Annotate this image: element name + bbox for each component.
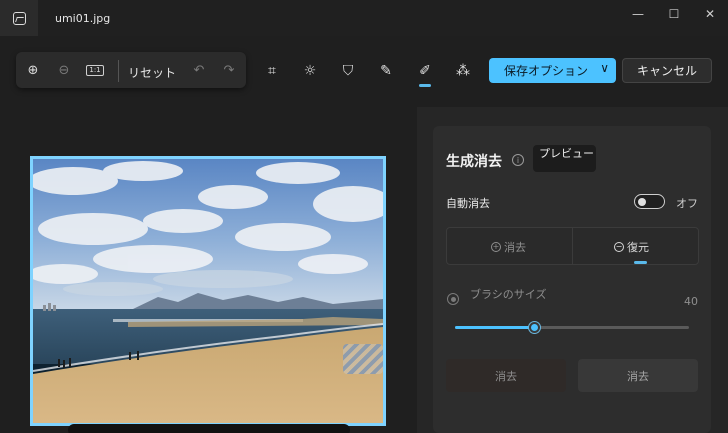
photo-canvas[interactable] [30, 156, 386, 426]
maximize-button[interactable]: ☐ [656, 0, 692, 28]
info-icon[interactable]: i [512, 154, 524, 166]
mode-erase-label: 消去 [504, 241, 526, 254]
zoom-in-icon[interactable]: ⊕ [24, 61, 42, 79]
reset-button[interactable]: リセット [128, 64, 176, 81]
background-icon[interactable]: ⁂ [453, 61, 473, 81]
undo-icon[interactable]: ↶ [190, 61, 208, 79]
generative-erase-icon[interactable]: ✐ [415, 61, 435, 81]
mode-restore-label: 復元 [627, 241, 649, 254]
toolbar-divider [118, 60, 119, 82]
brush-cursor-preview [343, 344, 383, 374]
brush-size-slider-fill [455, 326, 535, 329]
photos-app-icon[interactable] [0, 0, 38, 36]
beach-photo [33, 159, 383, 423]
minimize-button[interactable]: — [620, 0, 656, 28]
brush-size-icon [447, 293, 459, 305]
brush-size-label: ブラシのサイズ [470, 288, 547, 301]
save-options-button[interactable]: 保存オプション ∨ [489, 58, 616, 83]
save-options-label: 保存オプション [504, 64, 589, 78]
redo-icon[interactable]: ↷ [220, 61, 238, 79]
preview-badge: プレビュー [533, 145, 596, 172]
plus-circle-icon: + [491, 242, 501, 252]
brush-size-value: 40 [684, 295, 698, 308]
window-title: umi01.jpg [55, 12, 111, 25]
close-button[interactable]: ✕ [692, 0, 728, 28]
actual-size-button[interactable]: 1:1 [86, 61, 104, 79]
erase-button-secondary[interactable]: 消去 [578, 359, 698, 392]
zoom-out-icon[interactable]: ⊖ [55, 61, 73, 79]
mode-restore-button[interactable]: − 復元 [614, 239, 649, 255]
auto-erase-state: オフ [676, 197, 698, 210]
zoom-toolbar: ⊕ ⊖ 1:1 リセット ↶ ↷ [16, 52, 246, 88]
erase-button-primary[interactable]: 消去 [446, 359, 566, 392]
auto-erase-label: 自動消去 [446, 197, 490, 210]
brush-size-slider-thumb[interactable] [529, 322, 541, 333]
chevron-down-icon[interactable]: ∨ [600, 61, 609, 75]
canvas-bottom-bar [68, 424, 350, 433]
active-mode-indicator [634, 261, 647, 264]
title-bar: umi01.jpg — ☐ ✕ [0, 0, 728, 36]
actual-size-label: 1:1 [86, 64, 104, 76]
segment-divider [572, 227, 573, 265]
adjust-icon[interactable]: ☼ [300, 61, 320, 81]
markup-icon[interactable]: ✎ [376, 61, 396, 81]
filter-icon[interactable]: ⛉ [338, 61, 358, 81]
minus-circle-icon: − [614, 242, 624, 252]
image-icon [12, 11, 26, 25]
auto-erase-toggle[interactable] [634, 194, 665, 209]
active-tool-indicator [419, 84, 431, 87]
cancel-button[interactable]: キャンセル [622, 58, 712, 83]
mode-erase-button[interactable]: + 消去 [491, 239, 526, 255]
crop-icon[interactable]: ⌗ [262, 61, 282, 81]
panel-title: 生成消去 [446, 154, 502, 170]
